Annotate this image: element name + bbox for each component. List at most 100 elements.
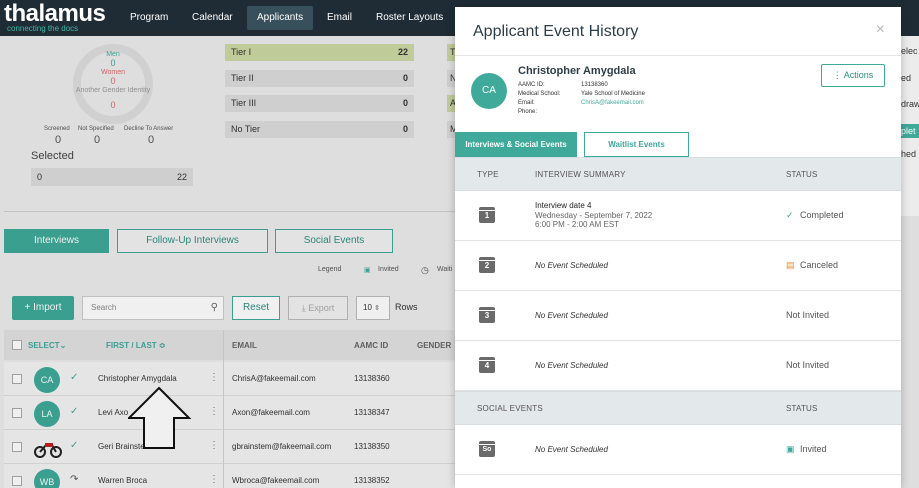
decline-label: Decline To Answer [124, 126, 174, 132]
nav-roster-layouts[interactable]: Roster Layouts [366, 6, 453, 30]
tier-count: 0 [402, 73, 408, 83]
tier-label: No Tier [231, 124, 261, 134]
invited-legend-label: Invited [378, 266, 399, 273]
check-icon: ✓ [70, 406, 79, 417]
applicant-email: Wbroca@fakeemail.com [232, 476, 320, 485]
tier-count: 22 [397, 47, 408, 57]
plus-icon: + [24, 302, 34, 313]
rows-per-page-select[interactable]: 10 ⇳ [356, 296, 390, 320]
selected-row[interactable]: 0 22 [31, 168, 193, 186]
status-invited: ▣ Invited [786, 444, 827, 455]
import-button[interactable]: + Import [12, 296, 74, 320]
header-social-events: Social Events [477, 404, 543, 413]
tier-row-2[interactable]: Tier II 0 [225, 70, 414, 87]
kebab-menu-icon[interactable]: ⋮ [209, 372, 219, 383]
event-title: Interview date 4 [535, 201, 592, 210]
email-link[interactable]: ChrisA@fakeemail.com [581, 100, 644, 106]
search-icon[interactable]: ⚲ [211, 297, 218, 319]
women-label: Women [101, 69, 125, 76]
calendar-4-icon: 4 [479, 357, 495, 373]
kebab-menu-icon[interactable]: ⋮ [209, 474, 219, 485]
right-edge-text: elec [901, 46, 918, 56]
tier-row-3[interactable]: Tier III 0 [225, 95, 414, 112]
applicant-aamc: 13138347 [354, 408, 390, 417]
tab-social-events[interactable]: Social Events [275, 229, 393, 253]
waitlist-legend-label: Waiti [437, 266, 453, 273]
header-status: Status [786, 170, 818, 179]
selected-title: Selected [31, 150, 74, 162]
selected-right: 22 [176, 172, 187, 182]
select-all-checkbox[interactable] [12, 340, 22, 350]
thalamus-logo[interactable]: thalamus [4, 2, 106, 26]
interview-event-row: 1 Interview date 4 Wednesday - September… [455, 191, 901, 241]
applicant-name: Christopher Amygdala [518, 65, 636, 77]
close-icon[interactable]: × [876, 21, 885, 39]
event-title: No Event Scheduled [535, 261, 608, 270]
header-status: Status [786, 404, 818, 413]
screened-label: Screened [44, 126, 70, 132]
actions-button[interactable]: ⋮ Actions [821, 64, 885, 87]
applicant-email: gbrainstem@fakeemail.com [232, 442, 332, 451]
phone-label: Phone: [518, 109, 538, 115]
calendar-2-icon: 2 [479, 257, 495, 273]
header-aamc-id[interactable]: AAMC ID [354, 341, 388, 350]
tier-row-1[interactable]: Tier I 22 [225, 44, 414, 61]
header-first-last[interactable]: First / Last ≎ [106, 341, 166, 350]
applicant-name[interactable]: Levi Axo [98, 408, 128, 417]
export-button[interactable]: ⤓ Export [288, 296, 348, 320]
header-select[interactable]: Select⌄ [28, 341, 66, 350]
rows-label: Rows [395, 302, 418, 312]
applicant-name[interactable]: Warren Broca [98, 476, 147, 485]
nav-email[interactable]: Email [317, 6, 362, 30]
reset-button[interactable]: Reset [232, 296, 280, 320]
row-checkbox[interactable] [12, 476, 22, 486]
header-gender[interactable]: Gender [417, 341, 451, 350]
status-canceled: ▤ Canceled [786, 260, 838, 271]
interview-event-row: 3 No Event Scheduled Not Invited [455, 291, 901, 341]
table-row[interactable]: LA ✓ Levi Axo ⋮ Axon@fakeemail.com 13138… [4, 396, 456, 430]
calendar-3-icon: 3 [479, 307, 495, 323]
header-email[interactable]: Email [232, 341, 257, 350]
event-title: No Event Scheduled [535, 361, 608, 370]
tier-count: 0 [402, 124, 408, 134]
kebab-menu-icon[interactable]: ⋮ [209, 440, 219, 451]
kebab-menu-icon[interactable]: ⋮ [209, 406, 219, 417]
nav-calendar[interactable]: Calendar [182, 6, 243, 30]
table-row[interactable]: WB ↷ Warren Broca ⋮ Wbroca@fakeemail.com… [4, 464, 456, 488]
table-row[interactable]: ✓ Geri Brainstem ⋮ gbrainstem@fakeemail.… [4, 430, 456, 464]
tab-interviews-social-events[interactable]: Interviews & Social Events [455, 132, 577, 157]
import-label: Import [33, 302, 62, 313]
header-type: Type [477, 170, 499, 179]
nav-applicants[interactable]: Applicants [247, 6, 314, 30]
tier-row-4[interactable]: No Tier 0 [225, 121, 414, 138]
tab-waitlist-events[interactable]: Waitlist Events [584, 132, 689, 157]
actions-label: Actions [843, 70, 874, 80]
check-icon: ✓ [70, 372, 79, 383]
applicant-aamc: 13138360 [354, 374, 390, 383]
status-not-invited: Not Invited [786, 310, 830, 320]
tab-follow-up-interviews[interactable]: Follow-Up Interviews [117, 229, 268, 253]
tab-interviews[interactable]: Interviews [4, 229, 109, 253]
applicant-name[interactable]: Christopher Amygdala [98, 374, 177, 383]
nav-program[interactable]: Program [120, 6, 178, 30]
search-input[interactable]: Search ⚲ [82, 296, 224, 320]
interview-event-row: 4 No Event Scheduled Not Invited [455, 341, 901, 391]
row-checkbox[interactable] [12, 408, 22, 418]
status-label: Completed [800, 210, 844, 220]
event-time: 6:00 PM - 2:00 AM EST [535, 220, 620, 229]
status-completed: ✓ Completed [786, 210, 844, 221]
header-name-label: First / Last [106, 341, 157, 350]
not-specified-count: 0 [94, 134, 101, 146]
right-edge-text: hed [901, 149, 917, 159]
status-not-invited: Not Invited [786, 360, 830, 370]
row-checkbox[interactable] [12, 442, 22, 452]
row-checkbox[interactable] [12, 374, 22, 384]
export-label: Export [308, 303, 335, 313]
logo-tagline: connecting the docs [7, 24, 79, 33]
right-edge-text: plet [901, 124, 919, 138]
interview-event-row: 2 No Event Scheduled ▤ Canceled [455, 241, 901, 291]
table-row[interactable]: CA ✓ Christopher Amygdala ⋮ ChrisA@fakee… [4, 362, 456, 396]
right-edge-text: ed [901, 73, 912, 83]
event-title: No Event Scheduled [535, 445, 608, 454]
check-icon: ✓ [70, 440, 79, 451]
